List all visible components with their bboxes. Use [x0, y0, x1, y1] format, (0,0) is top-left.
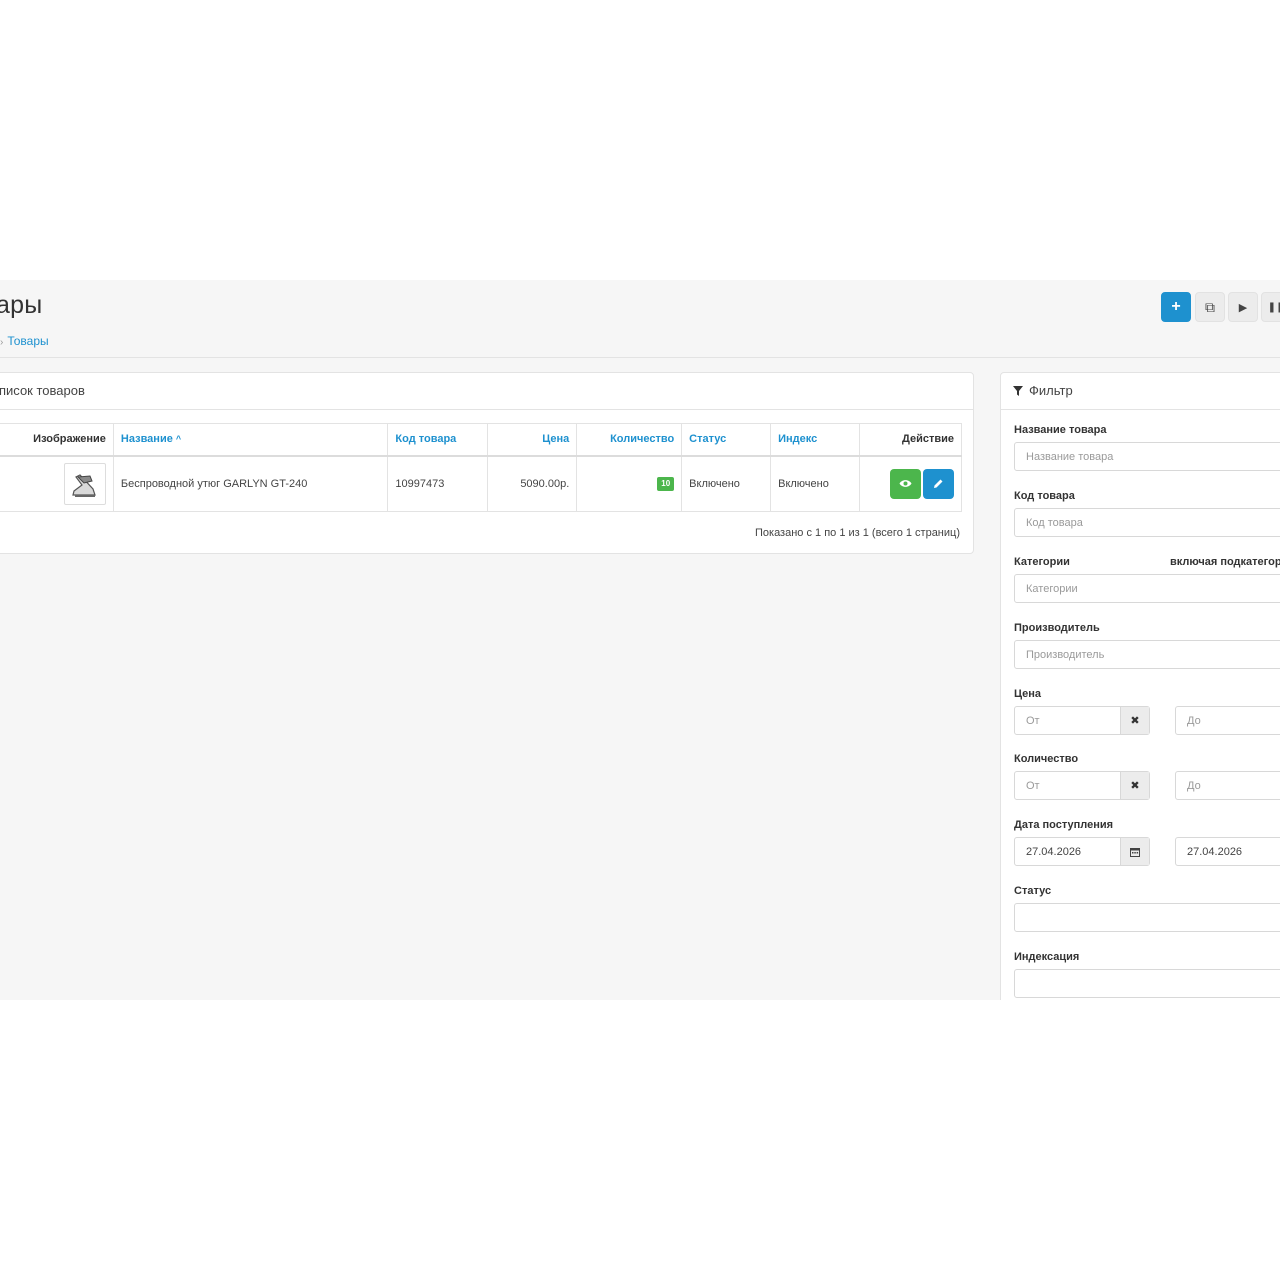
- row-index: Включено: [770, 455, 861, 512]
- breadcrumb-products[interactable]: Товары: [7, 334, 48, 348]
- date-to-input[interactable]: 27.04.2026: [1175, 837, 1280, 866]
- play-button[interactable]: ▶: [1228, 292, 1258, 322]
- column-image: Изображение: [0, 423, 114, 457]
- filter-header: Фильтр: [1001, 373, 1280, 410]
- column-quantity[interactable]: Количество: [576, 423, 683, 457]
- column-name-label: Название: [120, 433, 173, 446]
- column-name[interactable]: Название ^: [112, 423, 389, 457]
- filter-icon: [1013, 386, 1023, 396]
- pause-icon: ❚❚: [1267, 301, 1280, 313]
- copy-icon: ⧉: [1205, 298, 1215, 315]
- price-label: Цена: [1014, 688, 1042, 700]
- column-status[interactable]: Статус: [681, 423, 772, 457]
- iron-product-icon: [72, 474, 96, 497]
- date-from-group: 27.04.2026: [1014, 837, 1150, 866]
- product-list-header: писок товаров: [0, 373, 973, 410]
- product-table: Изображение Название ^ Код товара Цена К…: [0, 423, 962, 512]
- quantity-to-input[interactable]: До: [1175, 771, 1280, 800]
- product-name-input[interactable]: Название товара: [1014, 442, 1280, 471]
- price-to-input[interactable]: До: [1175, 706, 1280, 735]
- date-added-label: Дата поступления: [1014, 819, 1114, 831]
- row-name: Беспроводной утюг GARLYN GT-240: [112, 455, 389, 512]
- copy-button[interactable]: ⧉: [1195, 292, 1225, 322]
- row-actions: [859, 455, 962, 512]
- add-button[interactable]: +: [1161, 292, 1191, 322]
- column-price[interactable]: Цена: [487, 423, 578, 457]
- sort-asc-icon: ^: [175, 434, 182, 445]
- quantity-label: Количество: [1014, 753, 1079, 765]
- calendar-button[interactable]: [1120, 838, 1149, 865]
- product-list-panel: писок товаров Изображение Название ^ Код…: [0, 372, 974, 554]
- pagination-info: Показано с 1 по 1 из 1 (всего 1 страниц): [754, 527, 960, 539]
- pencil-icon: [934, 479, 943, 489]
- manufacturer-label: Производитель: [1014, 622, 1100, 634]
- status-select[interactable]: [1014, 903, 1280, 932]
- price-from-group: От ✖: [1014, 706, 1150, 735]
- view-button[interactable]: [890, 468, 921, 499]
- page-title: ары: [0, 291, 43, 319]
- categories-input[interactable]: Категории: [1014, 574, 1280, 603]
- product-code-label: Код товара: [1014, 490, 1075, 502]
- row-status: Включено: [681, 455, 772, 512]
- column-action: Действие: [859, 423, 962, 457]
- play-icon: ▶: [1238, 301, 1248, 314]
- status-label: Статус: [1014, 885, 1052, 897]
- row-price: 5090.00р.: [487, 455, 578, 512]
- app-window: ары ›Товары + ⧉ ▶ ❚❚ писок товаров: [0, 280, 1280, 1000]
- quantity-from-group: От ✖: [1014, 771, 1150, 800]
- categories-label: Категории: [1014, 556, 1070, 568]
- product-list-title: писок товаров: [0, 383, 85, 398]
- filter-panel: Фильтр Название товара Название товара К…: [1000, 372, 1280, 1000]
- date-from-input[interactable]: 27.04.2026: [1015, 838, 1120, 865]
- manufacturer-input[interactable]: Производитель: [1014, 640, 1280, 669]
- indexing-label: Индексация: [1014, 951, 1080, 963]
- table-row: Беспроводной утюг GARLYN GT-240 10997473…: [0, 455, 962, 512]
- row-image-cell: [0, 455, 114, 512]
- edit-button[interactable]: [923, 468, 954, 499]
- close-icon: ✖: [1130, 780, 1140, 792]
- column-code[interactable]: Код товара: [387, 423, 489, 457]
- column-index[interactable]: Индекс: [770, 423, 861, 457]
- pause-button[interactable]: ❚❚: [1261, 292, 1280, 322]
- price-from-input[interactable]: От: [1015, 707, 1120, 734]
- calendar-icon: [1130, 847, 1140, 857]
- page-header: ары ›Товары + ⧉ ▶ ❚❚: [0, 280, 1280, 358]
- row-quantity-cell: 10: [576, 455, 683, 512]
- quantity-badge: 10: [657, 476, 675, 491]
- eye-icon: [899, 480, 912, 488]
- quantity-from-input[interactable]: От: [1015, 772, 1120, 799]
- include-subcategories-label[interactable]: включая подкатегор: [1170, 556, 1280, 568]
- breadcrumb: › Товары: [0, 334, 49, 348]
- indexing-select[interactable]: [1014, 969, 1280, 998]
- close-icon: ✖: [1130, 715, 1140, 727]
- quantity-clear-button[interactable]: ✖: [1120, 772, 1149, 799]
- product-thumbnail: [63, 462, 106, 505]
- plus-icon: +: [1171, 298, 1181, 315]
- filter-title: Фильтр: [1029, 383, 1073, 398]
- product-code-input[interactable]: Код товара: [1014, 508, 1280, 537]
- price-clear-button[interactable]: ✖: [1120, 707, 1149, 734]
- product-name-label: Название товара: [1014, 424, 1107, 436]
- row-code: 10997473: [387, 455, 489, 512]
- breadcrumb-separator-icon: ›: [0, 337, 4, 348]
- table-header-row: Изображение Название ^ Код товара Цена К…: [0, 423, 962, 457]
